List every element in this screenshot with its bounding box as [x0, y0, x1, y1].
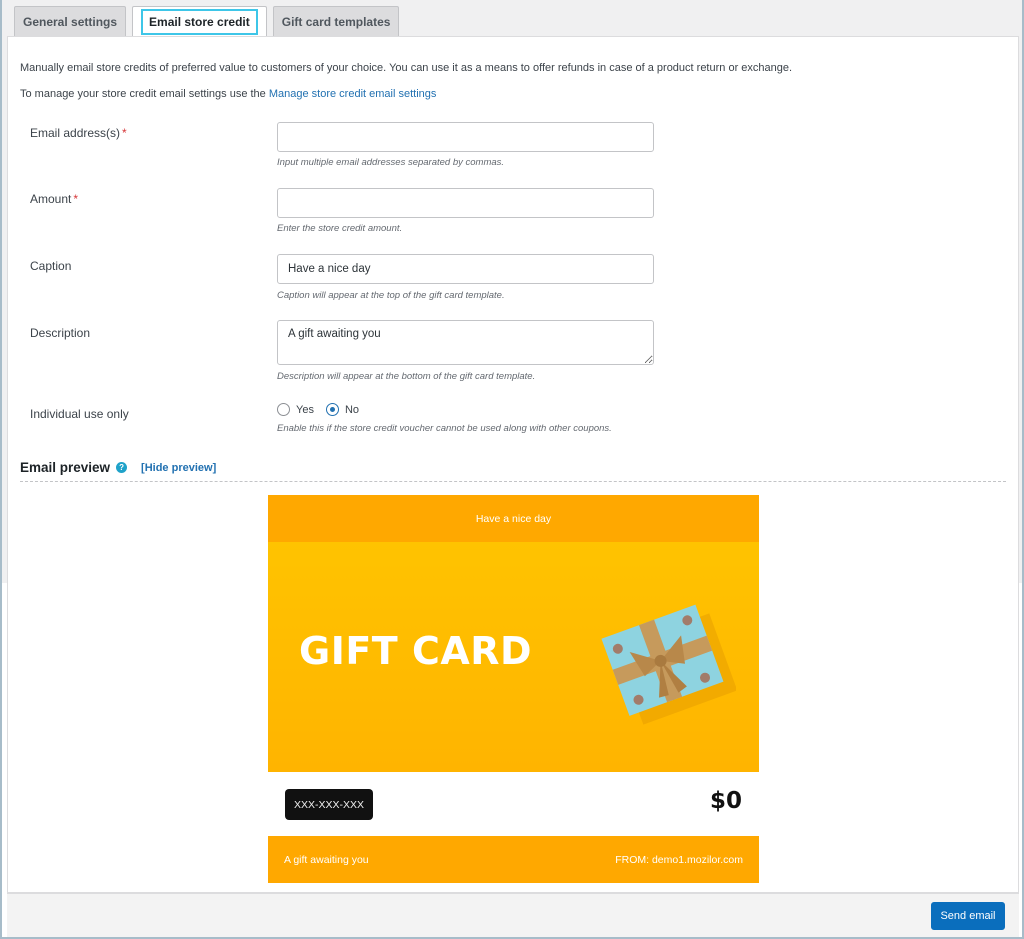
gift-box-icon: [601, 604, 736, 725]
card-hero-title: GIFT CARD: [299, 629, 533, 673]
individual-use-label: Individual use only: [30, 407, 129, 421]
amount-label-text: Amount: [30, 192, 72, 206]
amount-help: Enter the store credit amount.: [277, 223, 403, 234]
caption-input[interactable]: [277, 254, 654, 284]
description-label: Description: [30, 326, 91, 340]
card-footer: A gift awaiting you FROM: demo1.mozilor.…: [268, 836, 759, 883]
required-marker: *: [73, 192, 79, 206]
tab-bar: General settings Email store credit Gift…: [14, 6, 400, 37]
email-help: Input multiple email addresses separated…: [277, 157, 505, 168]
caption-label: Caption: [30, 259, 72, 273]
card-code-row: XXX-XXX-XXX $0: [268, 772, 759, 836]
email-label-text: Email address(s): [30, 126, 121, 140]
individual-use-help: Enable this if the store credit voucher …: [277, 423, 612, 434]
card-caption: Have a nice day: [268, 495, 759, 542]
help-icon[interactable]: ?: [116, 462, 128, 473]
individual-use-radio-group: Yes No: [277, 403, 359, 416]
caption-help: Caption will appear at the top of the gi…: [277, 290, 505, 301]
radio-yes-label[interactable]: Yes: [296, 404, 314, 416]
email-input[interactable]: [277, 122, 654, 152]
email-label: Email address(s) *: [30, 126, 127, 140]
card-amount: $0: [709, 788, 742, 814]
card-from: FROM: demo1.mozilor.com: [615, 853, 743, 866]
amount-label: Amount *: [30, 192, 78, 206]
email-preview-title: Email preview: [20, 460, 111, 475]
amount-input[interactable]: [277, 188, 654, 218]
manage-settings-link[interactable]: Manage store credit email settings: [269, 88, 437, 100]
hide-preview-link[interactable]: [Hide preview]: [141, 462, 216, 474]
coupon-code: XXX-XXX-XXX: [285, 789, 373, 820]
gift-card-preview: Have a nice day GIFT CARD XXX-XXX-XXX $0…: [268, 495, 759, 883]
manage-settings-text: To manage your store credit email settin…: [20, 88, 436, 100]
manage-prefix: To manage your store credit email settin…: [20, 88, 269, 100]
tab-general-settings[interactable]: General settings: [14, 6, 127, 36]
description-help: Description will appear at the bottom of…: [277, 371, 536, 382]
intro-text: Manually email store credits of preferre…: [20, 62, 793, 74]
tab-label: Email store credit: [141, 9, 258, 35]
preview-divider: [20, 481, 1006, 482]
send-email-button[interactable]: Send email: [931, 902, 1005, 930]
radio-no-label[interactable]: No: [345, 404, 359, 416]
tab-email-store-credit[interactable]: Email store credit: [132, 6, 267, 37]
form-footer: Send email: [7, 893, 1019, 937]
tab-label: Gift card templates: [281, 14, 391, 29]
description-textarea[interactable]: A gift awaiting you: [277, 320, 654, 365]
email-preview-header: Email preview ? [Hide preview]: [20, 460, 216, 475]
radio-yes[interactable]: [277, 403, 290, 416]
settings-panel: Manually email store credits of preferre…: [7, 36, 1019, 893]
required-marker: *: [122, 126, 127, 140]
tab-gift-card-templates[interactable]: Gift card templates: [272, 6, 400, 36]
card-hero: GIFT CARD: [268, 542, 759, 772]
radio-no[interactable]: [325, 403, 339, 416]
tab-label: General settings: [23, 14, 118, 29]
card-description: A gift awaiting you: [284, 853, 369, 866]
